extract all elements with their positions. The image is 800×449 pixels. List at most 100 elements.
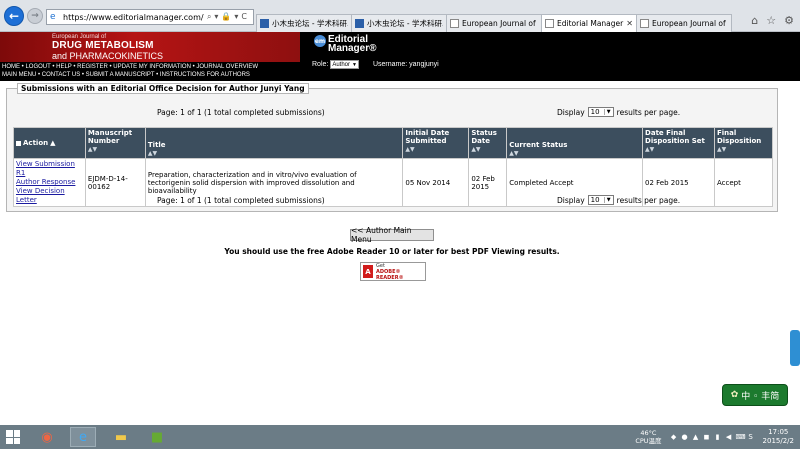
tab-label: European Journal of ... bbox=[652, 19, 728, 28]
editorial-manager-logo: em Editorial Manager® bbox=[314, 35, 377, 54]
clock[interactable]: 17:05 2015/2/2 bbox=[763, 428, 794, 446]
menu-journal-overview[interactable]: JOURNAL OVERVIEW bbox=[196, 64, 258, 70]
tray-app-icon[interactable]: ▲ bbox=[692, 433, 700, 441]
menu-main-menu[interactable]: MAIN MENU bbox=[2, 72, 36, 78]
menu-register[interactable]: REGISTER bbox=[77, 64, 108, 70]
volume-icon[interactable]: ◀ bbox=[725, 433, 733, 441]
view-submission-link[interactable]: View Submission R1 bbox=[16, 160, 83, 178]
em-logo-text: Editorial Manager® bbox=[328, 35, 377, 54]
tab-ejdm-1[interactable]: European Journal of ... bbox=[446, 14, 542, 32]
table-header-row: Action ▲ Manuscript Number ▲▼ Title ▲▼ Init… bbox=[13, 127, 774, 159]
forward-button[interactable]: → bbox=[27, 8, 43, 24]
adobe-text: Get ADOBE® READER® bbox=[376, 263, 425, 281]
site-header: European Journal of DRUG METABOLISM and … bbox=[0, 32, 800, 81]
sort-icon[interactable]: ▲▼ bbox=[471, 146, 504, 153]
ime-widget[interactable]: ✿ 中 ◦ 丰简 bbox=[722, 384, 788, 406]
sort-icon[interactable]: ▲▼ bbox=[405, 146, 466, 153]
journal-name: DRUG METABOLISM bbox=[52, 40, 154, 51]
star-icon[interactable]: ☆ bbox=[766, 14, 776, 27]
menu-contact-us[interactable]: CONTACT US bbox=[42, 72, 80, 78]
col-title-label: Title bbox=[147, 141, 166, 149]
network-icon[interactable]: ▮ bbox=[714, 433, 722, 441]
page-favicon-icon bbox=[450, 19, 459, 28]
folder-icon[interactable]: ▬ bbox=[108, 427, 134, 447]
chevron-down-icon: ▼ bbox=[603, 197, 611, 203]
ie-icon: e bbox=[50, 12, 56, 22]
gear-icon[interactable]: ⚙ bbox=[784, 14, 794, 27]
display-label: Display bbox=[557, 195, 585, 205]
browser-360-icon[interactable]: ◉ bbox=[34, 427, 60, 447]
tray-app-icon[interactable]: ● bbox=[681, 433, 689, 441]
tray-app-icon[interactable]: ◆ bbox=[670, 433, 678, 441]
tray-app-icon[interactable]: S bbox=[747, 433, 755, 441]
menu-logout[interactable]: LOGOUT bbox=[25, 64, 50, 70]
per-page-select-top[interactable]: 10 ▼ bbox=[587, 107, 614, 117]
cpu-temp-label: CPU温度 bbox=[635, 437, 662, 445]
col-action-label: Action bbox=[23, 139, 49, 147]
col-title: Title ▲▼ bbox=[144, 127, 404, 159]
col-current-status-label: Current Status bbox=[509, 141, 568, 149]
per-page-suffix: results per page. bbox=[616, 195, 681, 205]
back-button[interactable]: ← bbox=[4, 6, 24, 26]
app-icon[interactable]: ■ bbox=[144, 427, 170, 447]
role-bar: Role: Author ▼ Username: yangjunyi bbox=[312, 60, 439, 69]
flower-icon: ✿ bbox=[730, 390, 739, 400]
page-favicon-icon bbox=[640, 19, 649, 28]
tab-strip: 小木虫论坛 - 学术科研... 小木虫论坛 - 学术科研... European… bbox=[256, 14, 732, 32]
menu-instructions[interactable]: INSTRUCTIONS FOR AUTHORS bbox=[160, 72, 250, 78]
role-select[interactable]: Author ▼ bbox=[330, 60, 359, 69]
submissions-panel: Submissions with an Editorial Office Dec… bbox=[6, 83, 778, 212]
menu-help[interactable]: HELP bbox=[56, 64, 72, 70]
menu-update-info[interactable]: UPDATE MY INFORMATION bbox=[113, 64, 191, 70]
tab-ejdm-2[interactable]: European Journal of ... bbox=[636, 14, 732, 32]
sort-icon[interactable]: ▲▼ bbox=[645, 146, 712, 153]
per-page-select-bottom[interactable]: 10 ▼ bbox=[587, 195, 614, 205]
author-response-link[interactable]: Author Response bbox=[16, 178, 83, 187]
username-label: Username: yangjunyi bbox=[372, 61, 439, 68]
col-manuscript-label: Manuscript Number bbox=[87, 129, 133, 145]
side-scroll-handle[interactable] bbox=[790, 330, 800, 366]
close-icon[interactable]: ✕ bbox=[626, 19, 633, 28]
collapse-icon[interactable] bbox=[16, 140, 21, 146]
cpu-temp-value: 46°C bbox=[640, 429, 657, 437]
address-bar[interactable]: e https://www.editorialmanager.com/ejdm/… bbox=[46, 9, 254, 25]
menu-submit-manuscript[interactable]: SUBMIT A MANUSCRIPT bbox=[86, 72, 155, 78]
chevron-down-icon: ▼ bbox=[352, 61, 357, 68]
per-page-value: 10 bbox=[590, 108, 600, 116]
pdf-reader-note: You should use the free Adobe Reader 10 … bbox=[224, 247, 560, 256]
sort-icon[interactable]: ▲▼ bbox=[88, 146, 143, 153]
sort-icon[interactable]: ▲▼ bbox=[509, 150, 640, 157]
address-tools-icon[interactable]: ⌕▾🔒▾C bbox=[204, 12, 253, 22]
internet-explorer-icon[interactable]: e bbox=[70, 427, 96, 447]
system-tray: 46°C CPU温度 ◆ ● ▲ ◼ ▮ ◀ ⌨ S 17:05 2015/2/… bbox=[635, 425, 800, 449]
submissions-legend: Submissions with an Editorial Office Dec… bbox=[17, 83, 309, 94]
adobe-pdf-icon: A bbox=[363, 265, 374, 278]
sort-icon[interactable]: ▲▼ bbox=[717, 146, 770, 153]
sort-icon[interactable]: ▲▼ bbox=[148, 150, 400, 157]
page-favicon-icon bbox=[545, 19, 554, 28]
col-current-status: Current Status ▲▼ bbox=[506, 127, 644, 159]
col-manuscript: Manuscript Number ▲▼ bbox=[84, 127, 146, 159]
ime-label: 中 ◦ 丰简 bbox=[741, 391, 780, 402]
header-menu: HOME • LOGOUT • HELP • REGISTER • UPDATE… bbox=[2, 63, 258, 79]
keyboard-icon[interactable]: ⌨ bbox=[736, 433, 746, 441]
col-status-date: Status Date ▲▼ bbox=[468, 127, 508, 159]
col-final-date: Date Final Disposition Set ▲▼ bbox=[642, 127, 715, 159]
chevron-down-icon: ▼ bbox=[603, 109, 611, 115]
tab-xmc-2[interactable]: 小木虫论坛 - 学术科研... bbox=[351, 14, 447, 32]
col-status-date-label: Status Date bbox=[471, 129, 497, 145]
tab-xmc-1[interactable]: 小木虫论坛 - 学术科研... bbox=[256, 14, 352, 32]
author-main-menu-button[interactable]: << Author Main Menu bbox=[350, 226, 434, 244]
clock-time: 17:05 bbox=[768, 428, 789, 436]
forum-favicon-icon bbox=[260, 19, 269, 28]
tray-app-icon[interactable]: ◼ bbox=[703, 433, 711, 441]
tab-editorial-manager[interactable]: Editorial Manager® ✕ bbox=[541, 14, 637, 32]
home-icon[interactable]: ⌂ bbox=[751, 14, 758, 27]
windows-start-icon[interactable] bbox=[6, 430, 20, 444]
page-count-bottom: Page: 1 of 1 (1 total completed submissi… bbox=[157, 196, 325, 205]
sort-up-icon[interactable]: ▲ bbox=[50, 139, 55, 147]
menu-home[interactable]: HOME bbox=[2, 64, 20, 70]
header-menu-row1: HOME • LOGOUT • HELP • REGISTER • UPDATE… bbox=[2, 63, 258, 71]
get-adobe-reader-button[interactable]: A Get ADOBE® READER® bbox=[360, 262, 426, 281]
cpu-temperature: 46°C CPU温度 bbox=[635, 429, 661, 445]
